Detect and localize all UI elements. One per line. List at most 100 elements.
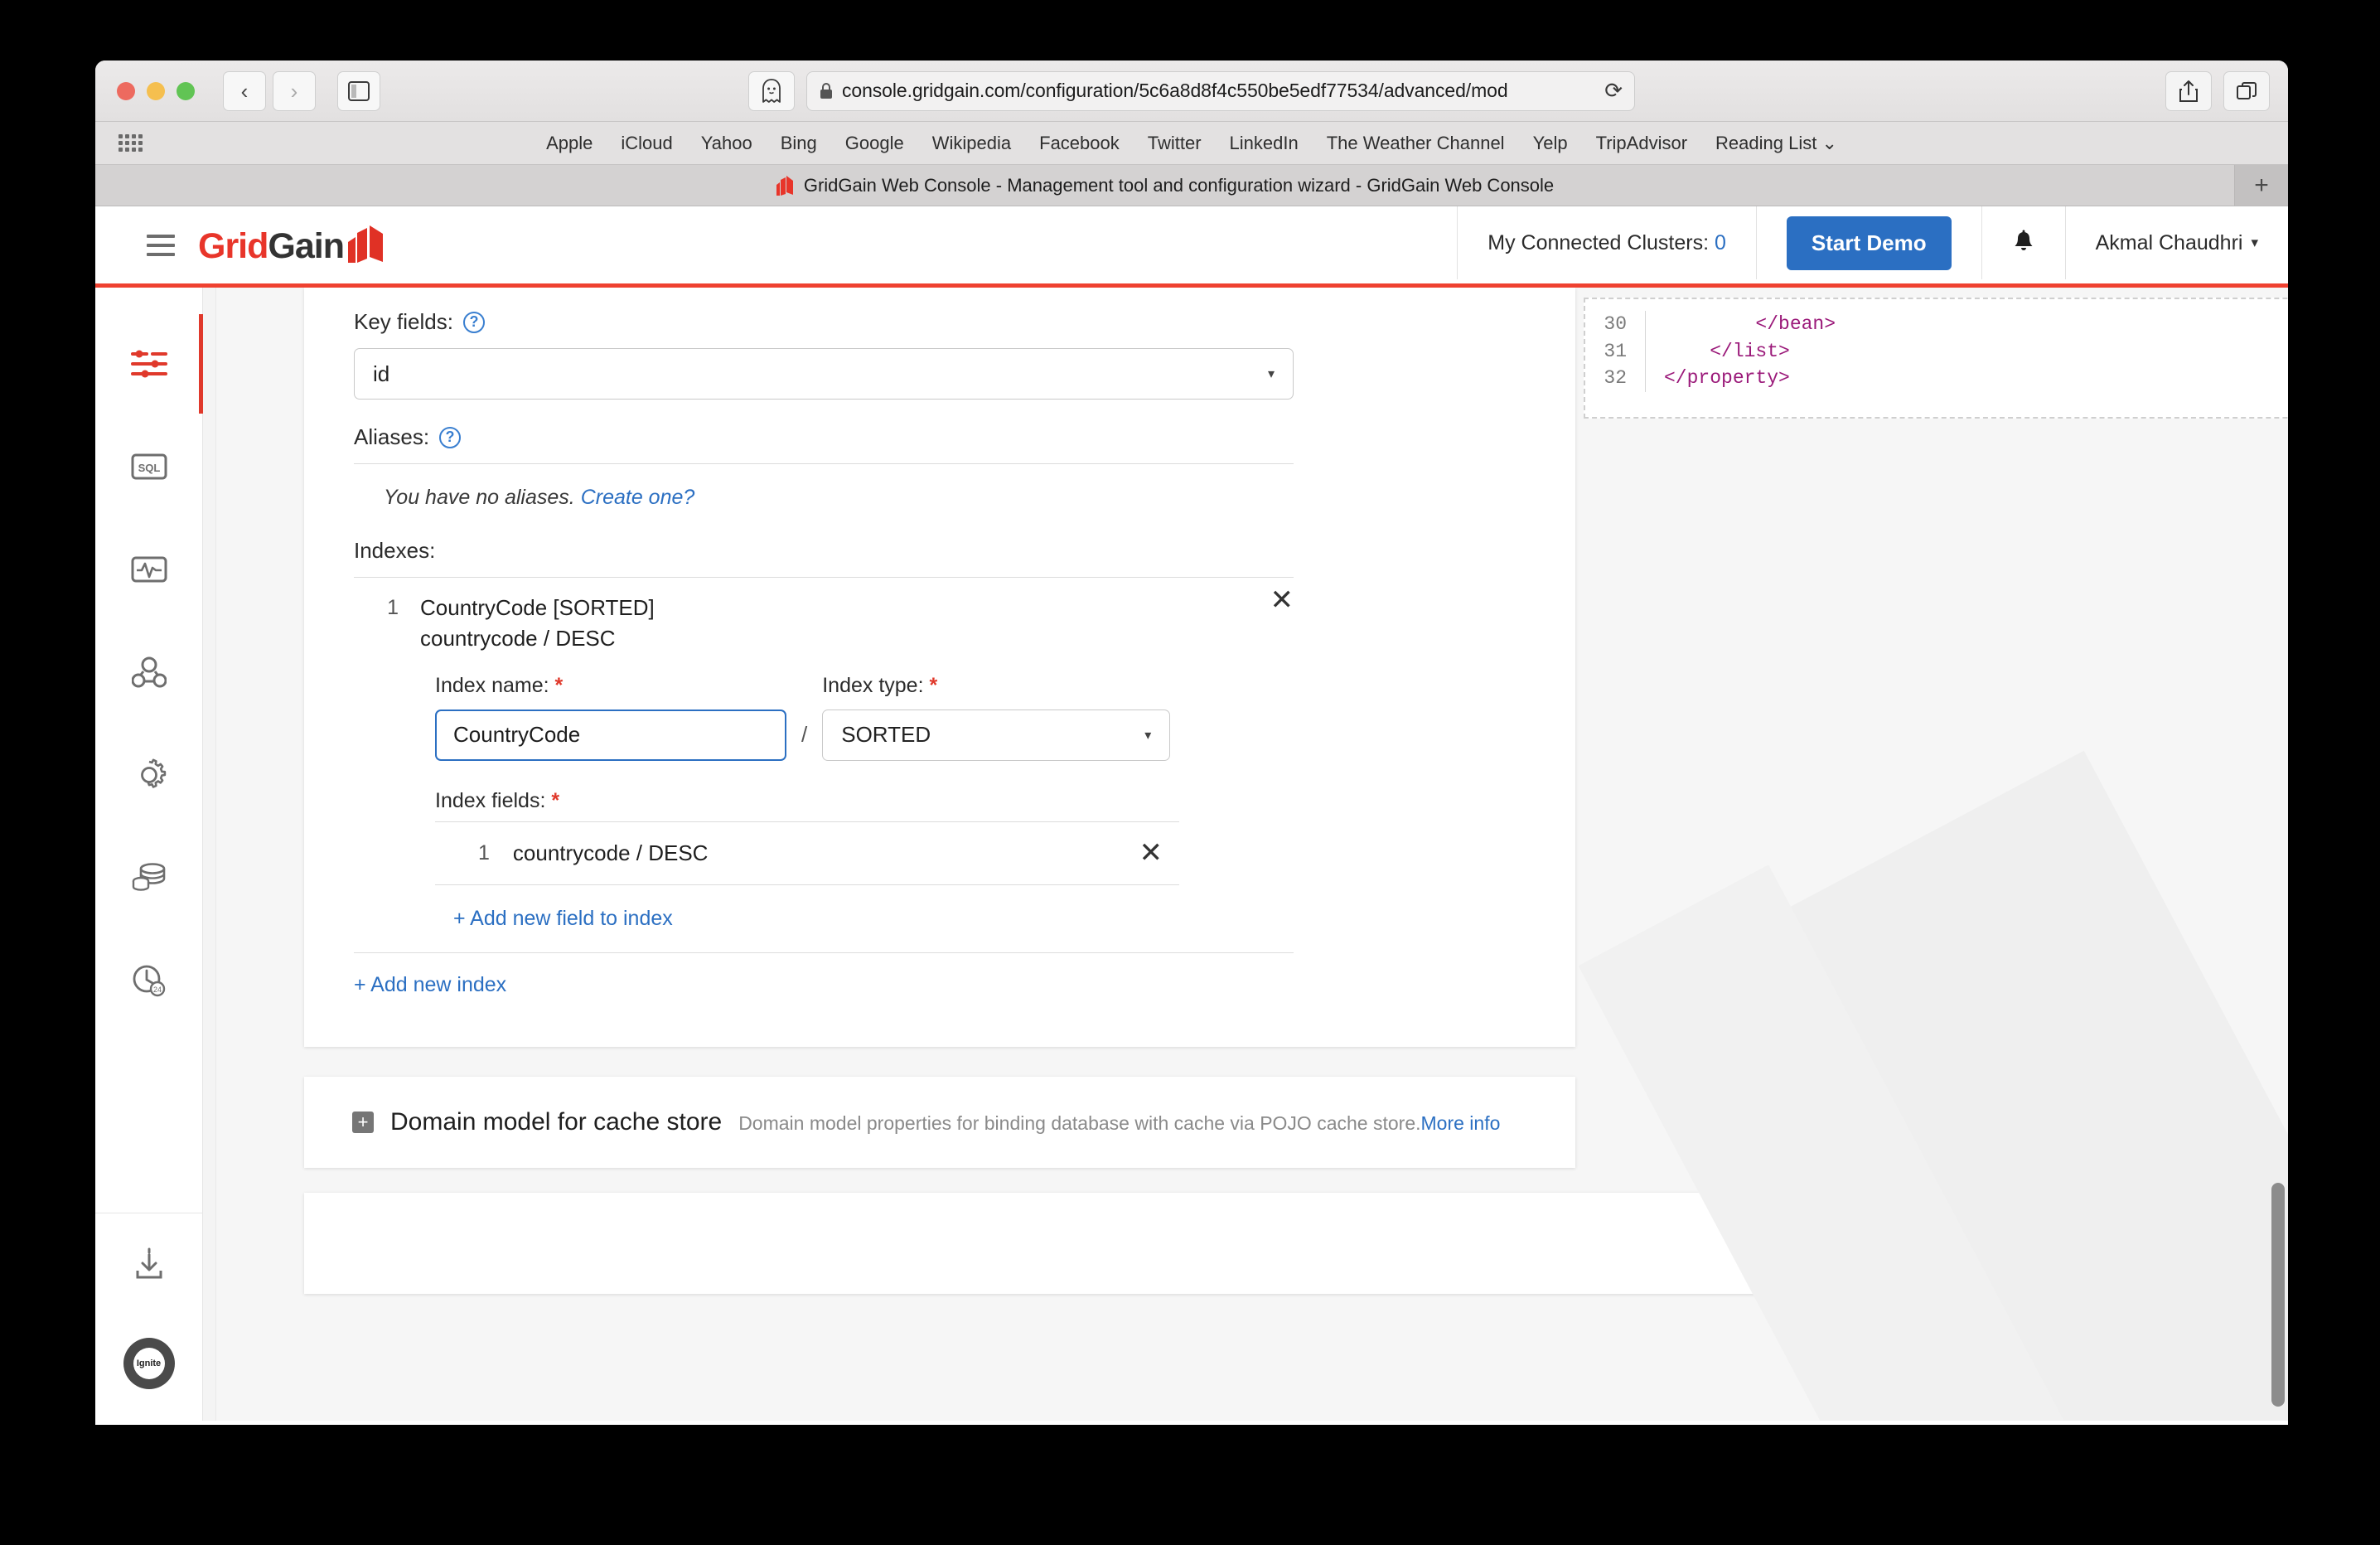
key-fields-select[interactable]: id ▾ xyxy=(354,348,1294,400)
bookmark-item[interactable]: Twitter xyxy=(1148,133,1202,154)
index-type-label: Index type: * xyxy=(822,674,1170,698)
toolbar-right-buttons xyxy=(2165,71,2270,111)
content-gutter xyxy=(203,288,216,1421)
apps-grid-icon[interactable] xyxy=(119,134,143,152)
notifications-cell[interactable] xyxy=(1981,206,2065,279)
more-info-link[interactable]: More info xyxy=(1421,1112,1501,1134)
sidebar-panel-icon xyxy=(348,81,370,101)
domain-model-description-text: Domain model properties for binding data… xyxy=(738,1112,1420,1134)
bookmark-item[interactable]: Wikipedia xyxy=(932,133,1011,154)
sidebar-item-cluster[interactable] xyxy=(95,621,202,724)
bookmark-item[interactable]: TripAdvisor xyxy=(1596,133,1687,154)
left-sidebar: SQL xyxy=(95,288,203,1421)
new-tab-button[interactable]: + xyxy=(2235,165,2288,206)
maximize-window-button[interactable] xyxy=(177,82,195,100)
reload-icon[interactable]: ⟳ xyxy=(1604,78,1623,104)
remove-index-field-button[interactable]: ✕ xyxy=(1139,839,1163,867)
forward-button[interactable]: › xyxy=(273,71,316,111)
bookmark-item[interactable]: Reading List ⌄ xyxy=(1715,133,1837,154)
add-index-link[interactable]: + Add new index xyxy=(354,953,506,997)
code-text: </bean> xyxy=(1645,311,1836,338)
logo-text: GridGain xyxy=(198,229,344,264)
action-bar: Cancel ✓ Save ▼ xyxy=(304,1193,2250,1294)
form-pane: Key fields: ? id ▾ Aliases: ? xyxy=(216,288,1575,1193)
key-fields-text: Key fields: xyxy=(354,309,453,335)
xml-code-box[interactable]: 30 </bean> 31 </list> 32 </property> xyxy=(1584,298,2288,419)
user-menu[interactable]: Akmal Chaudhri ▾ xyxy=(2065,206,2288,279)
clusters-count: 0 xyxy=(1715,231,1726,254)
index-name-label-text: Index name: xyxy=(435,674,549,697)
sidebar-item-history[interactable]: 24 xyxy=(95,929,202,1032)
bookmark-item[interactable]: Bing xyxy=(781,133,817,154)
help-icon[interactable]: ? xyxy=(463,312,485,333)
window-controls xyxy=(117,82,195,100)
svg-text:SQL: SQL xyxy=(138,462,160,474)
close-window-button[interactable] xyxy=(117,82,135,100)
bookmark-list: Apple iCloud Yahoo Bing Google Wikipedia… xyxy=(546,133,1837,154)
index-field-value[interactable]: countrycode / DESC xyxy=(513,840,709,866)
expand-icon[interactable]: + xyxy=(352,1112,374,1133)
tab-strip: GridGain Web Console - Management tool a… xyxy=(95,165,2288,206)
bookmark-item[interactable]: The Weather Channel xyxy=(1327,133,1505,154)
browser-toolbar: ‹ › xyxy=(95,61,2288,122)
apache-ignite-badge: Ignite xyxy=(123,1338,175,1389)
index-type-value: SORTED xyxy=(841,722,931,748)
bookmark-item[interactable]: Google xyxy=(845,133,904,154)
index-type-select[interactable]: SORTED ▾ xyxy=(822,710,1170,761)
bookmark-item[interactable]: Apple xyxy=(546,133,593,154)
privacy-report-button[interactable] xyxy=(748,71,795,111)
index-field-number: 1 xyxy=(478,841,490,865)
indexes-text: Indexes: xyxy=(354,538,435,564)
address-bar[interactable]: console.gridgain.com/configuration/5c6a8… xyxy=(806,71,1635,111)
ignite-badge-text: Ignite xyxy=(133,1348,165,1379)
required-marker: * xyxy=(555,674,564,697)
menu-toggle-button[interactable] xyxy=(147,235,175,256)
logo-grid: Grid xyxy=(198,226,268,266)
bookmark-item[interactable]: Facebook xyxy=(1039,133,1120,154)
create-alias-link[interactable]: Create one? xyxy=(581,486,695,509)
bookmark-item[interactable]: iCloud xyxy=(621,133,672,154)
gear-icon xyxy=(132,758,167,792)
required-marker: * xyxy=(551,789,559,812)
bookmark-item[interactable]: Yelp xyxy=(1533,133,1568,154)
back-button[interactable]: ‹ xyxy=(223,71,266,111)
chevron-down-icon: ▾ xyxy=(1144,727,1151,743)
vertical-scrollbar[interactable] xyxy=(2271,1183,2285,1407)
sidebar-item-settings[interactable] xyxy=(95,724,202,826)
sidebar-item-queries[interactable]: SQL xyxy=(95,415,202,518)
share-button[interactable] xyxy=(2165,71,2212,111)
sidebar-item-download[interactable] xyxy=(95,1213,202,1316)
browser-tab[interactable]: GridGain Web Console - Management tool a… xyxy=(95,165,2235,206)
tab-overview-button[interactable] xyxy=(2223,71,2270,111)
save-button-group: ✓ Save ▼ xyxy=(2006,1213,2203,1274)
save-button[interactable]: ✓ Save xyxy=(2006,1213,2152,1274)
cancel-button[interactable]: Cancel xyxy=(1904,1230,1973,1256)
share-icon xyxy=(2179,80,2199,103)
bookmark-item[interactable]: LinkedIn xyxy=(1230,133,1299,154)
sidebar-item-monitoring[interactable] xyxy=(95,518,202,621)
panes: Key fields: ? id ▾ Aliases: ? xyxy=(216,288,2288,1193)
line-number: 32 xyxy=(1585,365,1645,392)
sidebar-item-caches[interactable] xyxy=(95,826,202,929)
chevron-down-icon: ▾ xyxy=(1268,366,1275,382)
gridgain-web-console: GridGain My Connected Clusters: 0 Start … xyxy=(95,206,2288,1425)
forward-chevron-icon: › xyxy=(291,80,298,102)
save-label: Save xyxy=(2068,1229,2124,1257)
help-icon[interactable]: ? xyxy=(439,427,461,448)
remove-index-button[interactable]: ✕ xyxy=(1270,586,1294,614)
index-name-label: Index name: * xyxy=(435,674,786,698)
bookmark-item[interactable]: Yahoo xyxy=(701,133,752,154)
gridgain-logo[interactable]: GridGain xyxy=(198,225,385,264)
index-name-input[interactable] xyxy=(435,710,786,761)
aliases-text: Aliases: xyxy=(354,424,429,450)
add-index-field-link[interactable]: + Add new field to index xyxy=(435,885,673,937)
start-demo-button[interactable]: Start Demo xyxy=(1787,216,1952,270)
sidebar-toggle-button[interactable] xyxy=(337,71,380,111)
clock-24-icon: 24 xyxy=(131,963,167,998)
sliders-icon xyxy=(130,347,168,380)
minimize-window-button[interactable] xyxy=(147,82,165,100)
domain-model-description: Domain model properties for binding data… xyxy=(738,1112,1500,1135)
aliases-empty-text: You have no aliases. xyxy=(384,486,575,509)
sidebar-item-configuration[interactable] xyxy=(95,312,202,415)
save-dropdown-button[interactable]: ▼ xyxy=(2152,1213,2203,1274)
